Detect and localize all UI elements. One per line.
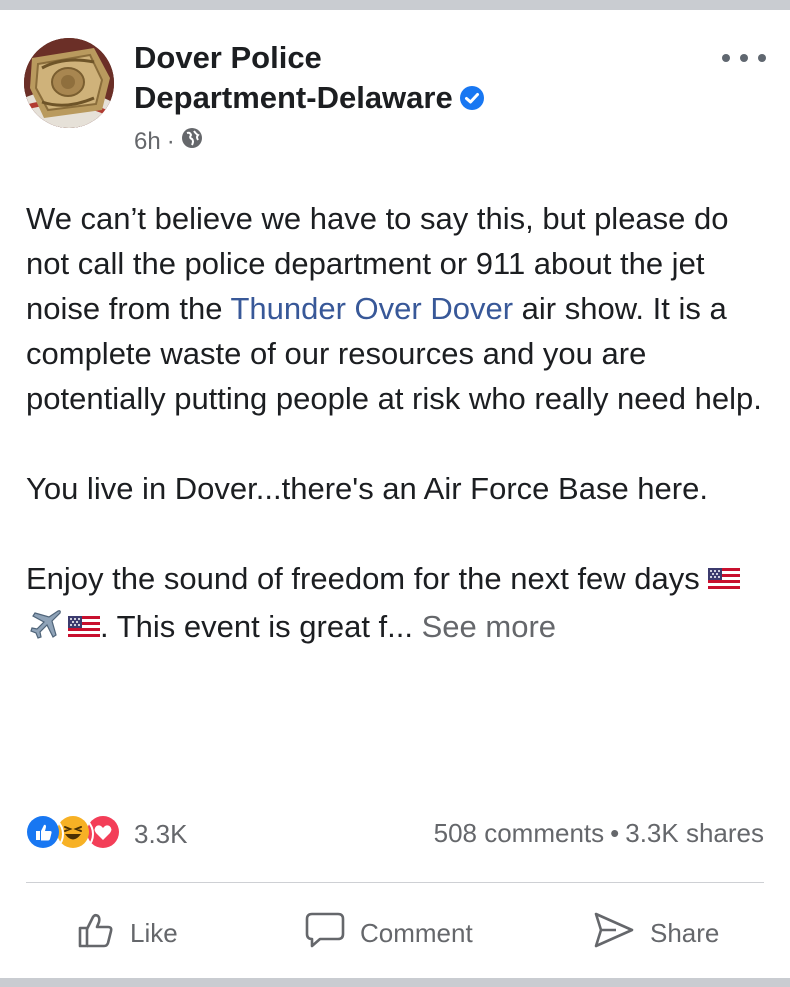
engagement-stats: 3.3K 508 comments • 3.3K shares: [26, 815, 764, 853]
share-arrow-icon: [592, 910, 636, 957]
shares-count[interactable]: 3.3K shares: [625, 818, 764, 848]
verified-badge-icon: [459, 81, 485, 121]
post-text-segment: . This event is great f...: [100, 609, 422, 644]
share-label: Share: [650, 917, 720, 948]
comment-bubble-icon: [304, 910, 346, 957]
page-name-line2[interactable]: Department-Delaware: [134, 80, 453, 115]
globe-icon: [181, 127, 203, 156]
like-reaction-icon: [26, 815, 64, 853]
us-flag-emoji: [708, 559, 741, 604]
more-options-button[interactable]: [722, 46, 766, 70]
post-timestamp[interactable]: 6h: [134, 128, 161, 156]
like-button[interactable]: Like: [76, 905, 178, 961]
comment-share-counts: 508 comments • 3.3K shares: [434, 818, 764, 849]
more-dot-icon: [722, 54, 730, 62]
thunder-over-dover-link[interactable]: Thunder Over Dover: [230, 291, 513, 326]
page-avatar[interactable]: [24, 38, 114, 128]
comments-count[interactable]: 508 comments: [434, 818, 605, 848]
top-border: [0, 0, 790, 10]
divider: [26, 882, 764, 883]
comment-button[interactable]: Comment: [304, 905, 473, 961]
bottom-border: [0, 978, 790, 987]
more-dot-icon: [758, 54, 766, 62]
post-paragraph: Enjoy the sound of freedom for the next …: [26, 556, 766, 653]
page-name-line1[interactable]: Dover Police: [134, 38, 694, 78]
post-actions: Like Comment Share: [0, 905, 790, 961]
post-paragraph: We can’t believe we have to say this, bu…: [26, 196, 766, 421]
post-meta: 6h ·: [134, 127, 694, 156]
share-button[interactable]: Share: [592, 905, 719, 961]
reaction-count: 3.3K: [134, 818, 188, 849]
more-dot-icon: [740, 54, 748, 62]
author-block: Dover Police Department-Delaware 6h ·: [134, 38, 694, 156]
us-flag-emoji: [68, 607, 100, 652]
comment-label: Comment: [360, 917, 473, 948]
meta-separator: ·: [166, 127, 175, 155]
like-label: Like: [130, 917, 178, 948]
post-paragraph: You live in Dover...there's an Air Force…: [26, 471, 708, 506]
thumbs-up-icon: [76, 910, 116, 957]
page-name[interactable]: Dover Police Department-Delaware: [134, 38, 694, 121]
post-body: We can’t believe we have to say this, bu…: [26, 196, 766, 653]
post-header: Dover Police Department-Delaware 6h ·: [24, 38, 766, 168]
reactions-summary[interactable]: 3.3K: [26, 815, 188, 853]
stats-separator: •: [610, 818, 620, 848]
airplane-emoji: [30, 607, 64, 653]
see-more-link[interactable]: See more: [422, 609, 556, 644]
post-text-segment: Enjoy the sound of freedom for the next …: [26, 561, 709, 596]
